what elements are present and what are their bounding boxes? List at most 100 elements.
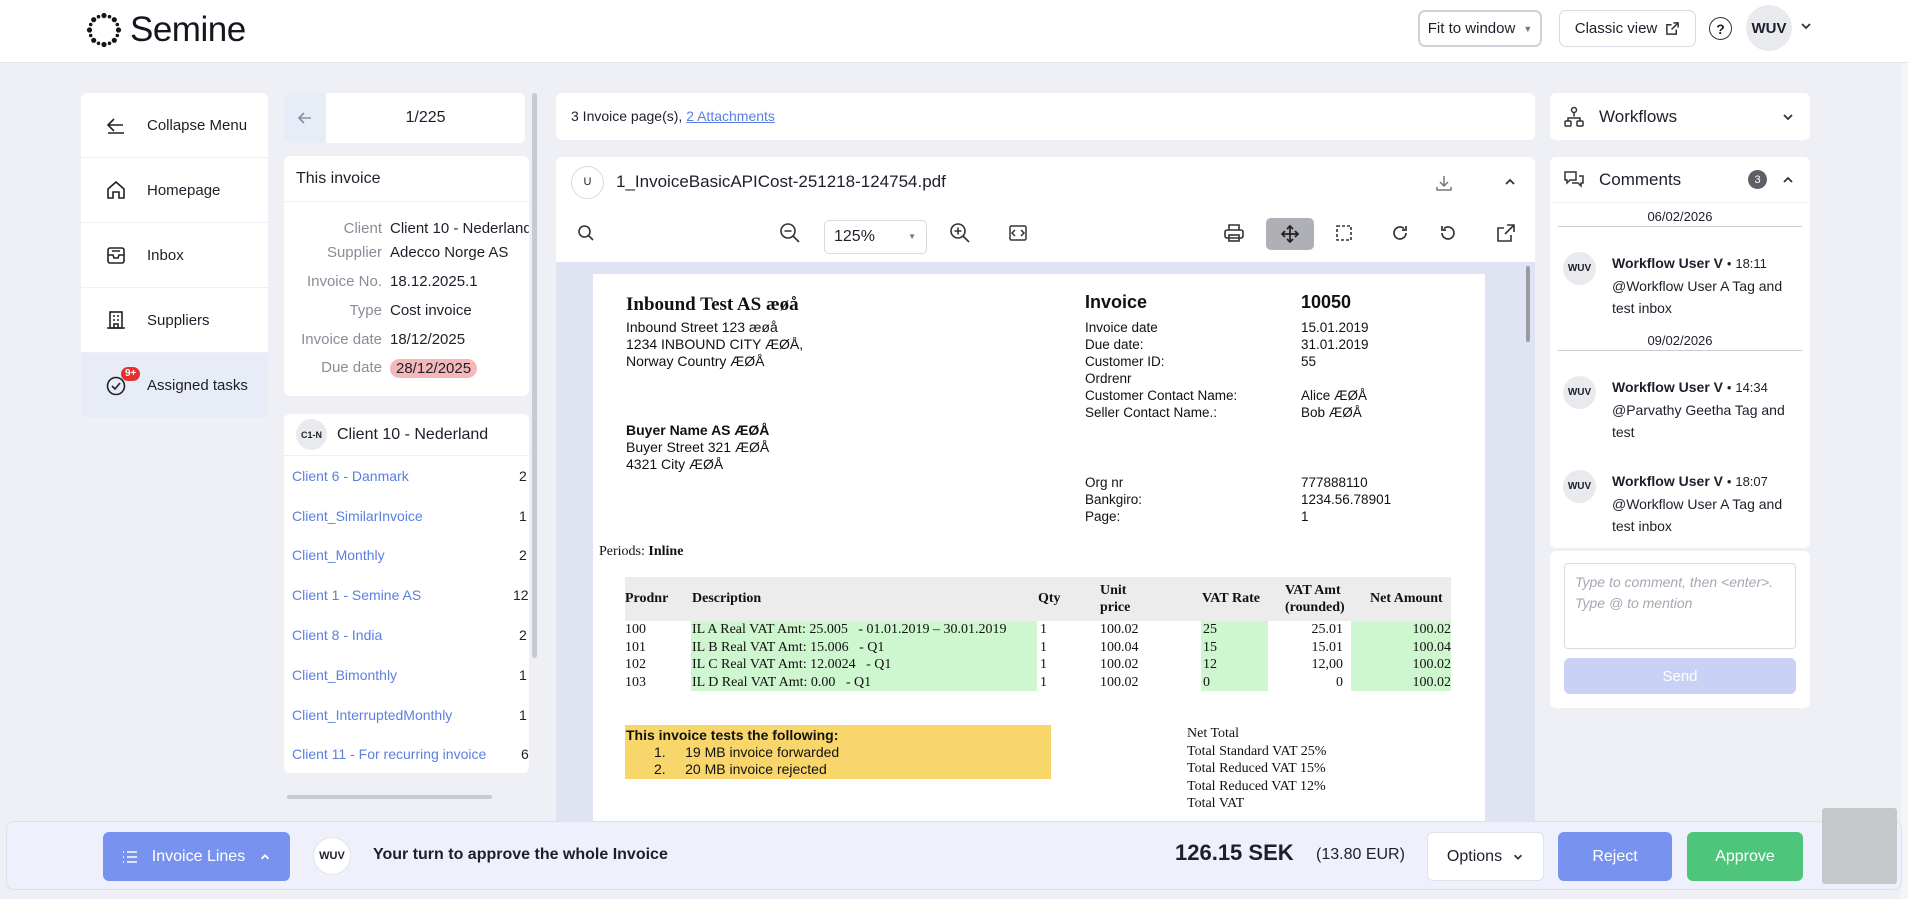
client-count: 1 xyxy=(519,507,527,524)
client-name: Client 11 - For recurring invoice xyxy=(292,746,487,763)
pan-button[interactable] xyxy=(1266,218,1314,250)
cell-vat-rate: 12 xyxy=(1203,657,1217,672)
nav-assigned-tasks[interactable]: 9+ Assigned tasks xyxy=(81,353,268,418)
fit-width-button[interactable] xyxy=(1004,219,1032,247)
nav-label: Assigned tasks xyxy=(147,377,248,394)
total-label: Total VAT xyxy=(1187,796,1245,811)
comments-header[interactable]: Comments 3 xyxy=(1550,157,1810,203)
invoice-no-field: Invoice No. 18.12.2025.1 xyxy=(284,273,478,290)
client-row[interactable]: Client_SimilarInvoice 1 xyxy=(284,496,529,536)
building-icon xyxy=(107,311,125,329)
bank-label: Page: xyxy=(1085,509,1121,524)
cell-net: 100.04 xyxy=(1412,639,1452,655)
due-date-pill: 28/12/2025 xyxy=(390,359,478,378)
list-scrollbar[interactable] xyxy=(532,93,537,658)
rotate-counterclockwise-button[interactable] xyxy=(1434,219,1462,247)
client-count: 2 xyxy=(519,547,527,564)
arrow-left-icon xyxy=(297,112,311,124)
cell-description: IL A Real VAT Amt: 25.005 - 01.01.2019 –… xyxy=(692,622,1007,637)
chevron-up-icon[interactable] xyxy=(1503,175,1517,189)
approve-button[interactable]: Approve xyxy=(1687,832,1803,881)
logo[interactable]: Semine xyxy=(86,10,246,50)
select-area-button[interactable] xyxy=(1330,219,1358,247)
nav-label: Collapse Menu xyxy=(147,116,248,134)
client-row[interactable]: Client 6 - Danmark 2 xyxy=(284,456,529,496)
client-row[interactable]: Client_InterruptedMonthly 1 xyxy=(284,695,529,735)
move-icon xyxy=(1280,224,1300,244)
field-value: Adecco Norge AS xyxy=(390,244,509,261)
send-button[interactable]: Send xyxy=(1564,658,1796,694)
reject-button[interactable]: Reject xyxy=(1558,832,1672,881)
comment-input[interactable]: Type to comment, then <enter>. Type @ to… xyxy=(1564,563,1796,649)
user-avatar[interactable]: WUV xyxy=(1746,5,1792,51)
page-scrollbar[interactable] xyxy=(1901,63,1908,899)
cell-unit-price: 100.02 xyxy=(1100,657,1139,672)
uploader-avatar: U xyxy=(571,165,604,199)
cell-vat-rate: 0 xyxy=(1203,674,1210,690)
chevron-down-icon[interactable] xyxy=(1799,19,1813,33)
highlight xyxy=(1201,673,1268,691)
client-row[interactable]: Client 1 - Semine AS 12 xyxy=(284,575,529,615)
client-row[interactable]: Client_Bimonthly 1 xyxy=(284,655,529,695)
nav-collapse-menu[interactable]: Collapse Menu xyxy=(81,93,268,158)
comment-author: Workflow User V xyxy=(1612,473,1723,489)
rotate-clockwise-button[interactable] xyxy=(1386,219,1414,247)
logo-text: Semine xyxy=(130,10,246,49)
cell-prodnr: 103 xyxy=(625,674,646,690)
client-row[interactable]: Client 8 - India 2 xyxy=(284,615,529,655)
attachments-link[interactable]: 2 Attachments xyxy=(686,108,775,124)
zoom-select[interactable]: 125% ▼ xyxy=(824,220,927,254)
chat-widget[interactable] xyxy=(1822,808,1897,884)
help-icon[interactable]: ? xyxy=(1709,17,1732,40)
meta-label: Seller Contact Name.: xyxy=(1085,405,1218,420)
classic-view-button[interactable]: Classic view xyxy=(1559,10,1696,47)
field-value: Client 10 - Nederland xyxy=(390,220,529,237)
nav-suppliers[interactable]: Suppliers xyxy=(81,288,268,353)
col-description: Description xyxy=(692,591,762,606)
zoom-out-button[interactable] xyxy=(776,219,804,247)
logo-icon xyxy=(86,12,122,48)
fit-to-window-select[interactable]: Fit to window ▼ xyxy=(1418,10,1542,47)
download-icon[interactable] xyxy=(1434,173,1454,193)
nav-inbox[interactable]: Inbox xyxy=(81,223,268,288)
table-row: 101 IL B Real VAT Amt: 15.006 - Q1 1 100… xyxy=(625,638,1452,656)
pdf-scrollbar[interactable] xyxy=(1526,266,1530,342)
nav-homepage[interactable]: Homepage xyxy=(81,158,268,223)
client-name: Client_Monthly xyxy=(292,547,385,564)
buyer-name: Buyer Name AS ÆØÅ xyxy=(626,422,770,438)
col-unit-price-2: price xyxy=(1100,600,1131,615)
search-icon xyxy=(578,225,594,241)
top-header: Semine Fit to window ▼ Classic view ? WU… xyxy=(0,0,1908,63)
open-external-button[interactable] xyxy=(1492,219,1520,247)
pager-count: 1/225 xyxy=(405,109,446,126)
total-label: Total Reduced VAT 15% xyxy=(1187,761,1326,776)
bank-value: 1234.56.78901 xyxy=(1301,492,1392,507)
client-count: 2 xyxy=(519,467,527,484)
client-row[interactable]: Client_Monthly 2 xyxy=(284,536,529,576)
meta-value: 55 xyxy=(1301,354,1317,369)
field-value: 18.12.2025.1 xyxy=(390,273,478,290)
rotate-ccw-icon xyxy=(1441,226,1455,240)
bank-value: 1 xyxy=(1301,509,1309,524)
comment-time: 18:11 xyxy=(1735,256,1767,271)
comment-text: @Workflow User A Tag and test inbox xyxy=(1612,278,1783,316)
zoom-in-button[interactable] xyxy=(946,219,974,247)
field-label: Client xyxy=(343,220,382,237)
search-button[interactable] xyxy=(572,219,600,247)
tests-note: This invoice tests the following: 1. 19 … xyxy=(625,725,1051,779)
cell-unit-price: 100.04 xyxy=(1100,639,1139,655)
cell-vat-amt: 0 xyxy=(1336,674,1343,690)
previous-button[interactable] xyxy=(284,93,326,143)
zoom-in-icon xyxy=(950,223,970,243)
print-button[interactable] xyxy=(1220,219,1248,247)
cell-unit-price: 100.02 xyxy=(1100,674,1139,690)
workflows-panel[interactable]: Workflows xyxy=(1550,93,1810,140)
invoice-lines-button[interactable]: Invoice Lines xyxy=(103,832,290,881)
options-button[interactable]: Options xyxy=(1427,832,1544,881)
current-client[interactable]: C1-N Client 10 - Nederland xyxy=(284,414,529,456)
approval-message: Your turn to approve the whole Invoice xyxy=(373,846,668,863)
client-row[interactable]: Client 11 - For recurring invoice 6 xyxy=(284,735,529,773)
meta-value: Alice ÆØÅ xyxy=(1301,388,1368,403)
invoice-page: Inbound Test AS æøå Inbound Street 123 æ… xyxy=(593,274,1485,834)
horizontal-scrollbar[interactable] xyxy=(287,795,492,799)
